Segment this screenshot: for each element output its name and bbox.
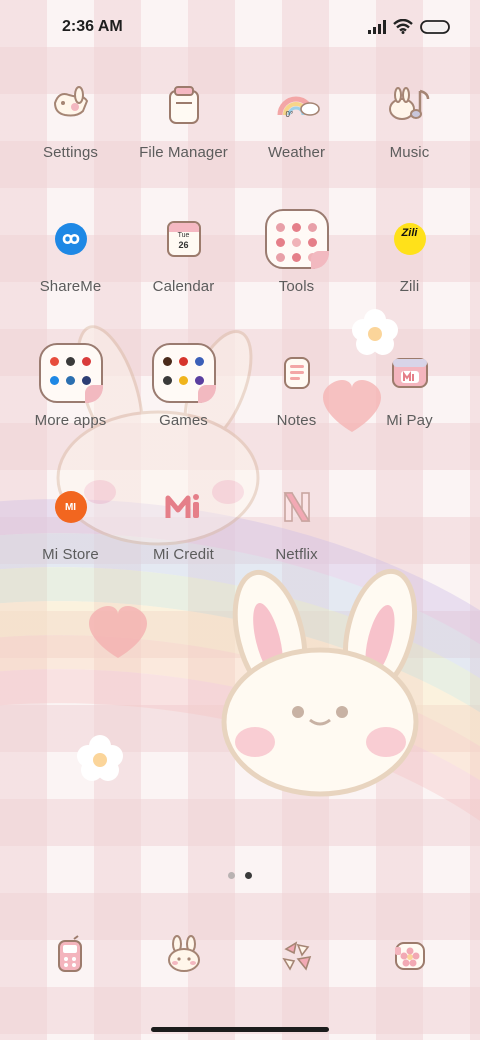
page-dot-2-active[interactable] (245, 872, 252, 879)
rainbow-cloud-icon: 0° (264, 72, 330, 138)
app-label: Games (159, 412, 208, 429)
tools-folder-icon (264, 206, 330, 272)
shareme-infinity-icon (38, 206, 104, 272)
zili-icon: Zili (377, 206, 443, 272)
bunny-chat-icon (167, 935, 200, 972)
app-label: Netflix (275, 546, 318, 563)
app-label: Weather (267, 144, 326, 161)
app-zili[interactable]: Zili Zili (353, 206, 466, 340)
mi-store-icon: MI (38, 474, 104, 540)
app-calendar[interactable]: Tue 26 Calendar (127, 206, 240, 340)
app-games-folder[interactable]: Games (127, 340, 240, 474)
mi-credit-icon (151, 474, 217, 540)
status-time: 2:36 AM (62, 18, 123, 35)
app-label: ShareMe (39, 278, 102, 295)
app-netflix[interactable]: Netflix (240, 474, 353, 608)
mi-pay-wallet-icon (377, 340, 443, 406)
app-label: More apps (34, 412, 107, 429)
folder-bag-icon (151, 72, 217, 138)
mi-store-logo-text: MI (64, 501, 77, 513)
page-indicator (228, 872, 252, 879)
weather-temp: 0° (285, 110, 294, 119)
dock (14, 922, 466, 988)
app-label: Tools (278, 278, 315, 295)
app-grid: Settings File Manager 0° Weather Music S… (14, 72, 466, 608)
calendar-day-label: Tue (177, 232, 190, 239)
notes-icon (264, 340, 330, 406)
signal-icon (368, 19, 386, 34)
home-indicator[interactable] (151, 1027, 329, 1032)
app-weather[interactable]: 0° Weather (240, 72, 353, 206)
app-mi-credit[interactable]: Mi Credit (127, 474, 240, 608)
broken-heart-shards-icon (281, 941, 311, 971)
status-icons (368, 19, 450, 34)
app-mi-store[interactable]: MI Mi Store (14, 474, 127, 608)
app-tools-folder[interactable]: Tools (240, 206, 353, 340)
status-bar: 2:36 AM (0, 0, 480, 56)
battery-icon (420, 19, 450, 34)
calendar-day-number: 26 (178, 240, 189, 250)
games-folder-icon (151, 340, 217, 406)
app-label: Mi Store (42, 546, 99, 563)
bunny-settings-icon (38, 72, 104, 138)
app-label: Notes (276, 412, 317, 429)
app-shareme[interactable]: ShareMe (14, 206, 127, 340)
flower-camera-icon (394, 942, 425, 970)
app-label: File Manager (139, 144, 228, 161)
app-more-apps-folder[interactable]: More apps (14, 340, 127, 474)
flower-bottom (77, 735, 123, 781)
app-label: Music (389, 144, 430, 161)
browser-dock-icon[interactable] (264, 922, 330, 988)
more-apps-folder-icon (38, 340, 104, 406)
zili-logo-text: Zili (401, 227, 418, 239)
netflix-icon (264, 474, 330, 540)
calendar-icon: Tue 26 (151, 206, 217, 272)
app-file-manager[interactable]: File Manager (127, 72, 240, 206)
phone-dock-icon[interactable] (38, 922, 104, 988)
app-mi-pay[interactable]: Mi Pay (353, 340, 466, 474)
pink-phone-icon (57, 935, 82, 972)
app-settings[interactable]: Settings (14, 72, 127, 206)
page-dot-1[interactable] (228, 872, 235, 879)
app-notes[interactable]: Notes (240, 340, 353, 474)
app-label: Mi Credit (153, 546, 214, 563)
wifi-icon (393, 19, 413, 34)
app-label: Settings (43, 144, 98, 161)
app-label: Zili (399, 278, 420, 295)
camera-dock-icon[interactable] (377, 922, 443, 988)
app-label: Calendar (152, 278, 215, 295)
app-label: Mi Pay (386, 412, 433, 429)
app-music[interactable]: Music (353, 72, 466, 206)
messages-dock-icon[interactable] (151, 922, 217, 988)
bunny-music-note-icon (377, 72, 443, 138)
